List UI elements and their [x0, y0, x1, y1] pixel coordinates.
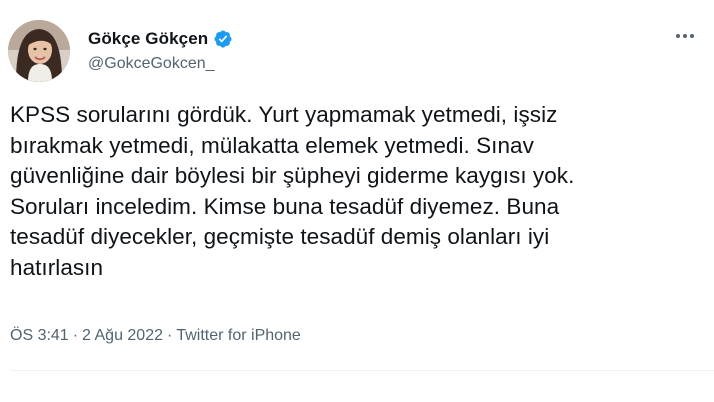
display-name[interactable]: Gökçe Gökçen [88, 29, 208, 49]
more-dot [690, 34, 694, 38]
meta-separator: · [72, 327, 79, 344]
user-handle[interactable]: @GokceGokcen_ [88, 55, 233, 73]
more-dot [676, 34, 680, 38]
tweet-time[interactable]: ÖS 3:41 [10, 327, 69, 344]
more-dot [683, 34, 687, 38]
more-options-icon[interactable] [670, 26, 700, 46]
avatar[interactable] [8, 20, 70, 82]
meta-separator: · [167, 327, 173, 344]
tweet-meta: ÖS 3:41 · 2 Ağu 2022 · Twitter for iPhone [10, 327, 301, 345]
display-name-row: Gökçe Gökçen [88, 28, 233, 50]
user-names: Gökçe Gökçen @GokceGokcen_ [88, 28, 233, 73]
avatar-image [8, 20, 70, 82]
tweet-source[interactable]: Twitter for iPhone [176, 327, 301, 344]
verified-badge-icon [214, 30, 232, 48]
tweet: Gökçe Gökçen @GokceGokcen_ KPSS soruları… [0, 0, 714, 402]
tweet-text: KPSS sorularını gördük. Yurt yapmamak ye… [10, 102, 575, 280]
divider [10, 370, 714, 371]
tweet-header: Gökçe Gökçen @GokceGokcen_ [8, 20, 706, 84]
tweet-date[interactable]: 2 Ağu 2022 [82, 327, 163, 344]
